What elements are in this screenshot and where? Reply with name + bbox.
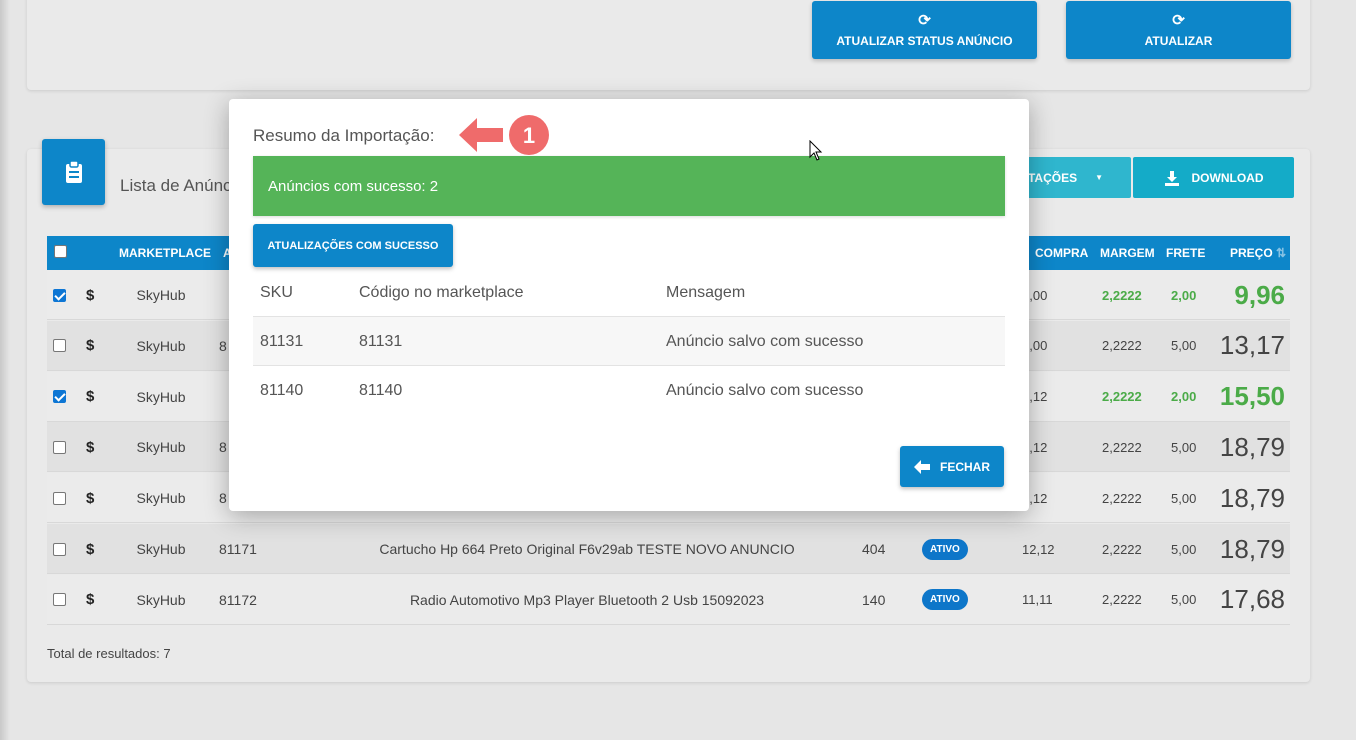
status-badge: ATIVO [922, 575, 968, 625]
cell-margem: 2,2222 [1102, 389, 1142, 405]
row-checkbox[interactable] [53, 270, 66, 320]
cell-preco: 18,79 [1219, 482, 1285, 513]
cell-title: Cartucho Hp 664 Preto Original F6v29ab T… [379, 541, 795, 557]
row-checkbox[interactable] [53, 422, 66, 472]
annotation-arrow-icon: 1 [457, 114, 557, 161]
refresh-icon: ⟳ [918, 11, 931, 29]
mouse-cursor-icon [809, 139, 823, 167]
cell-preco: 9,96 [1234, 279, 1285, 310]
row-checkbox[interactable] [53, 372, 66, 422]
import-summary-modal: Resumo da Importação: 1 Anúncios com suc… [229, 99, 1029, 511]
total-results: Total de resultados: 7 [47, 646, 171, 661]
cell-preco: 13,17 [1219, 330, 1285, 361]
cell-qty: 140 [862, 591, 886, 608]
arrow-left-icon [914, 459, 930, 474]
table-row: 81140 81140 Anúncio salvo com sucesso [260, 381, 864, 399]
cell-margem: 2,2222 [1102, 541, 1142, 557]
cell-preco: 18,79 [1219, 533, 1285, 564]
cell-preco: 17,68 [1219, 584, 1285, 615]
header-marketplace-code: Código no marketplace [359, 283, 524, 301]
cell-frete: 5,00 [1171, 490, 1197, 506]
cell-marketplace: SkyHub [136, 591, 186, 608]
cell-marketplace: SkyHub [136, 541, 186, 557]
cell-preco: 15,50 [1219, 381, 1285, 412]
row-checkbox[interactable] [53, 524, 66, 574]
clipboard-icon [42, 139, 105, 205]
cell-code: 81171 [219, 541, 257, 557]
cell-marketplace: SkyHub [136, 337, 186, 354]
cell-frete: 5,00 [1171, 439, 1197, 455]
header-message: Mensagem [666, 283, 746, 301]
cell-frete: 5,00 [1171, 338, 1197, 354]
cell-frete: 2,00 [1171, 389, 1197, 405]
header-sku: SKU [260, 283, 293, 301]
left-edge-shadow [0, 0, 10, 740]
row-checkbox[interactable] [53, 575, 66, 625]
cell-code: 8 [219, 490, 227, 507]
cell-title: Radio Automotivo Mp3 Player Bluetooth 2 … [409, 591, 765, 608]
sort-icon: ⇅ [1276, 246, 1287, 260]
cell-frete: 5,00 [1171, 592, 1197, 608]
cell-code: 8 [219, 337, 227, 354]
cell-qty: 404 [862, 541, 886, 557]
table-row: 81131 81131 Anúncio salvo com sucesso [253, 317, 1005, 366]
cell-frete: 2,00 [1171, 287, 1197, 303]
table-row[interactable]: $ SkyHub 81171 Cartucho Hp 664 Preto Origin… [47, 524, 1290, 574]
price-icon[interactable]: $ [86, 473, 94, 523]
cell-margem: 2,2222 [1102, 490, 1142, 506]
close-button[interactable]: FECHAR [900, 446, 1004, 487]
success-alert: Anúncios com sucesso: 2 [253, 156, 1005, 216]
download-icon [1164, 170, 1179, 186]
cell-code: 81172 [219, 591, 257, 608]
price-icon[interactable]: $ [86, 321, 94, 371]
status-badge: ATIVO [922, 524, 968, 574]
cell-frete: 5,00 [1171, 541, 1197, 557]
cell-marketplace: SkyHub [136, 287, 186, 303]
update-button[interactable]: ⟳ ATUALIZAR [1066, 1, 1291, 59]
cell-marketplace: SkyHub [136, 388, 186, 405]
cell-code: 8 [219, 439, 227, 456]
cell-compra: 11,11 [1022, 592, 1053, 608]
price-icon[interactable]: $ [86, 524, 94, 574]
cell-compra: 12,12 [1022, 541, 1055, 557]
cell-margem: 2,2222 [1102, 287, 1142, 303]
cell-marketplace: SkyHub [136, 439, 186, 456]
modal-title: Resumo da Importação: [253, 126, 435, 145]
tab-successful-updates[interactable]: ATUALIZAÇÕES COM SUCESSO [253, 224, 453, 267]
column-frete[interactable]: FRETE [1166, 246, 1205, 260]
column-preco[interactable]: PREÇO ⇅ [1230, 246, 1286, 260]
column-compra[interactable]: COMPRA [1035, 246, 1088, 260]
price-icon[interactable]: $ [86, 422, 94, 472]
update-ad-status-button[interactable]: ⟳ ATUALIZAR STATUS ANÚNCIO [812, 1, 1037, 59]
cell-marketplace: SkyHub [136, 490, 186, 507]
cell-margem: 2,2222 [1102, 439, 1142, 455]
column-marketplace[interactable]: MARKETPLACE [119, 246, 211, 260]
cell-margem: 2,2222 [1102, 338, 1142, 354]
refresh-icon: ⟳ [1172, 11, 1185, 29]
download-button[interactable]: DOWNLOAD [1133, 157, 1294, 198]
table-row[interactable]: $ SkyHub 81172 Radio Automotivo Mp3 Player … [47, 574, 1290, 625]
modal-table-header: SKU Código no marketplace Mensagem [253, 268, 1005, 317]
cell-preco: 18,79 [1219, 431, 1285, 462]
cell-margem: 2,2222 [1102, 592, 1142, 608]
annotation-number: 1 [523, 123, 535, 148]
row-checkbox[interactable] [53, 321, 66, 371]
select-all-checkbox[interactable] [54, 245, 67, 258]
price-icon[interactable]: $ [86, 372, 94, 422]
row-checkbox[interactable] [53, 473, 66, 523]
price-icon[interactable]: $ [86, 270, 94, 320]
list-title: Lista de Anúnc [120, 176, 232, 195]
column-margem[interactable]: MARGEM [1100, 246, 1155, 260]
caret-down-icon: ▼ [1095, 173, 1103, 182]
price-icon[interactable]: $ [86, 575, 94, 625]
